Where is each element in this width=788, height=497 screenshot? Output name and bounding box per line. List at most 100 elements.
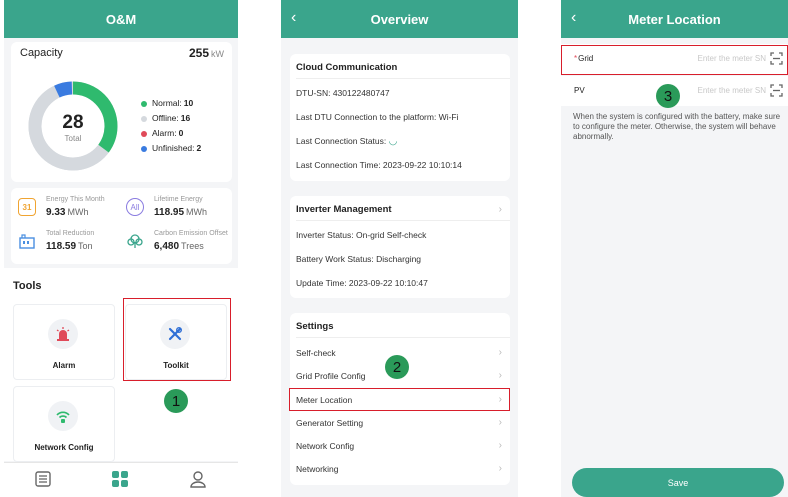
nav-tools-tab[interactable]: [111, 470, 129, 493]
inverter-status-line: Inverter Status: On-grid Self-check: [296, 230, 427, 240]
chevron-right-icon: ›: [498, 204, 502, 215]
stat-number: 6,480: [154, 241, 180, 252]
battery-meter-note: When the system is configured with the b…: [573, 112, 781, 141]
step-badge-2: 2: [385, 355, 409, 379]
alarm-siren-icon: [48, 319, 78, 349]
calendar-icon: 31: [18, 198, 36, 216]
tools-title: Tools: [13, 280, 42, 292]
page-title: Meter Location: [628, 11, 721, 27]
donut-total: 28: [62, 112, 84, 133]
stat-label: Energy This Month: [46, 196, 105, 203]
overview-header: ‹ Overview: [281, 0, 518, 38]
capacity-card: Capacity 255 kW 28 Total Normal: 10 Offlin…: [11, 42, 232, 182]
stat-unit: MWh: [186, 207, 208, 217]
legend-dot: [141, 130, 147, 137]
om-screen: O&M Capacity 255 kW 28 Total Normal: 10 Of…: [4, 0, 238, 497]
network-config-tool-button[interactable]: Network Config: [13, 386, 115, 462]
legend-dot: [141, 145, 147, 152]
legend-label: Unfinished:: [152, 143, 195, 153]
stat-number: 118.95: [154, 207, 185, 218]
stat-carbon-offset: Carbon Emission Offset 6,480 Trees: [124, 228, 234, 260]
settings-item-label: Grid Profile Config: [296, 371, 366, 381]
divider: [296, 78, 510, 79]
stat-value: 118.95 MWh: [154, 207, 207, 218]
donut-total-label: Total: [64, 134, 82, 143]
settings-item-label: Network Config: [296, 441, 355, 451]
stat-number: 118.59: [46, 241, 77, 252]
legend-label: Alarm:: [152, 128, 177, 138]
connection-time-line: Last Connection Time: 2023-09-22 10:10:1…: [296, 160, 462, 170]
nav-user-tab[interactable]: [189, 470, 207, 493]
toolkit-highlight: [123, 298, 231, 381]
stat-number: 9.33: [46, 207, 66, 218]
capacity-unit: kW: [211, 49, 224, 59]
legend-label: Offline:: [152, 113, 179, 123]
meter-location-header: ‹ Meter Location: [561, 0, 788, 38]
bottom-nav: [4, 462, 238, 497]
inverter-management-card[interactable]: Inverter Management › Inverter Status: O…: [290, 196, 510, 298]
wifi-icon: ◡: [388, 136, 398, 147]
status-legend: Normal: 10 Offline: 16 Alarm: 0 Unfinished:…: [141, 96, 201, 156]
legend-unfinished: Unfinished: 2: [141, 141, 201, 156]
stat-unit: MWh: [67, 207, 89, 217]
legend-value: 2: [196, 143, 202, 153]
divider: [296, 220, 510, 221]
settings-item-label: Networking: [296, 464, 339, 474]
wifi-icon: [48, 401, 78, 431]
back-icon[interactable]: ‹: [291, 9, 296, 27]
tool-label: Network Config: [34, 443, 94, 452]
chevron-right-icon: ›: [498, 370, 502, 381]
meter-location-screen: ‹ Meter Location *Grid PV When the syste…: [561, 0, 788, 497]
energy-stats-card: 31 Energy This Month 9.33 MWh All Lifetim…: [11, 188, 232, 264]
legend-dot: [141, 115, 147, 122]
alarm-tool-button[interactable]: Alarm: [13, 304, 115, 380]
step-badge-1: 1: [164, 389, 188, 413]
settings-item-label: Generator Setting: [296, 418, 364, 428]
legend-dot: [141, 100, 147, 107]
list-icon: [35, 471, 51, 487]
settings-item-label: Self-check: [296, 348, 336, 358]
save-button[interactable]: Save: [572, 468, 784, 497]
stat-lifetime-energy: All Lifetime Energy 118.95 MWh: [124, 194, 234, 226]
chevron-right-icon: ›: [498, 463, 502, 474]
grid-icon: [112, 471, 128, 487]
legend-label: Normal:: [152, 98, 182, 108]
stat-total-reduction: Total Reduction 118.59 Ton: [16, 228, 126, 260]
legend-alarm: Alarm: 0: [141, 126, 201, 141]
legend-normal: Normal: 10: [141, 96, 201, 111]
step-badge-3: 3: [656, 84, 680, 108]
scan-icon[interactable]: [770, 84, 783, 97]
om-header: O&M: [4, 0, 238, 38]
capacity-number: 255: [188, 46, 209, 60]
stat-value: 118.59 Ton: [46, 241, 93, 252]
chevron-right-icon: ›: [498, 417, 502, 428]
back-icon[interactable]: ‹: [571, 9, 576, 27]
stat-unit: Ton: [78, 241, 93, 251]
grid-field-highlight: [561, 45, 788, 75]
stat-unit: Trees: [181, 241, 204, 251]
stat-label: Total Reduction: [46, 230, 95, 237]
stat-label: Lifetime Energy: [154, 196, 203, 203]
divider: [296, 337, 510, 338]
connection-status-label: Last Connection Status:: [296, 136, 387, 146]
capacity-label: Capacity: [20, 47, 63, 59]
dtu-sn-line: DTU-SN: 430122480747: [296, 88, 390, 98]
dtu-connection-line: Last DTU Connection to the platform: Wi-…: [296, 112, 459, 122]
card-title: Inverter Management: [296, 204, 392, 215]
page-title: Overview: [370, 11, 429, 27]
page-title: O&M: [105, 11, 137, 27]
stat-label: Carbon Emission Offset: [154, 230, 228, 237]
connection-status-line: Last Connection Status: ◡: [296, 136, 397, 147]
tool-label: Alarm: [52, 361, 76, 370]
card-title: Settings: [296, 321, 334, 332]
overview-screen: ‹ Overview Cloud Communication DTU-SN: 4…: [281, 0, 518, 497]
legend-value: 16: [180, 113, 191, 123]
stat-energy-month: 31 Energy This Month 9.33 MWh: [16, 194, 126, 226]
tree-icon: [126, 232, 144, 250]
meter-location-highlight: [289, 388, 510, 411]
update-time-line: Update Time: 2023-09-22 10:10:47: [296, 278, 428, 288]
nav-list-tab[interactable]: [34, 470, 52, 493]
battery-status-line: Battery Work Status: Discharging: [296, 254, 422, 264]
pv-label-text: PV: [574, 86, 585, 95]
legend-value: 10: [183, 98, 194, 108]
